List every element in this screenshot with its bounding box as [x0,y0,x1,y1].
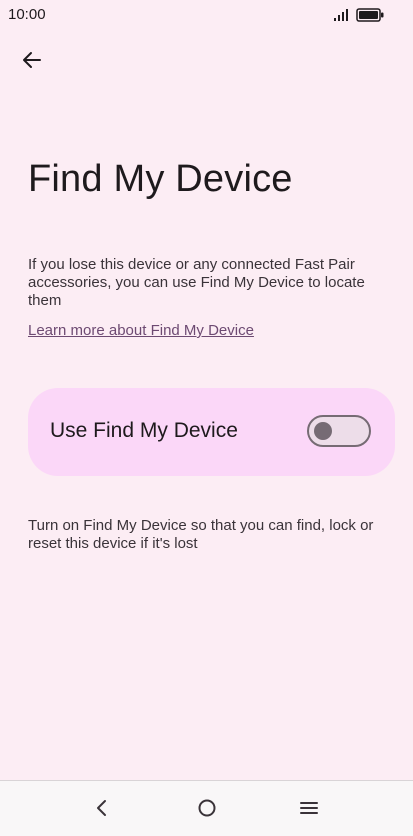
nav-menu-icon [300,802,318,814]
nav-back-icon [97,800,106,816]
nav-home-icon [198,799,216,817]
status-bar: 10:00 [0,0,413,30]
switch-thumb [314,422,332,440]
nav-home-button[interactable] [192,793,222,823]
footnote-text: Turn on Find My Device so that you can f… [28,517,374,552]
nav-back-button[interactable] [87,793,117,823]
description-text: If you lose this device or any connected… [28,256,365,309]
navigation-bar [0,780,413,836]
status-time: 10:00 [8,6,46,23]
page-title: Find My Device [28,158,293,200]
signal-icon [334,9,348,21]
battery-icon [356,8,384,22]
back-button[interactable] [14,42,50,78]
arrow-back-icon [23,52,41,68]
use-find-my-device-toggle-card[interactable]: Use Find My Device [28,388,395,476]
learn-more-link[interactable]: Learn more about Find My Device [28,322,254,339]
nav-menu-button[interactable] [294,793,324,823]
toggle-label: Use Find My Device [50,419,238,442]
find-my-device-switch[interactable] [307,415,371,447]
